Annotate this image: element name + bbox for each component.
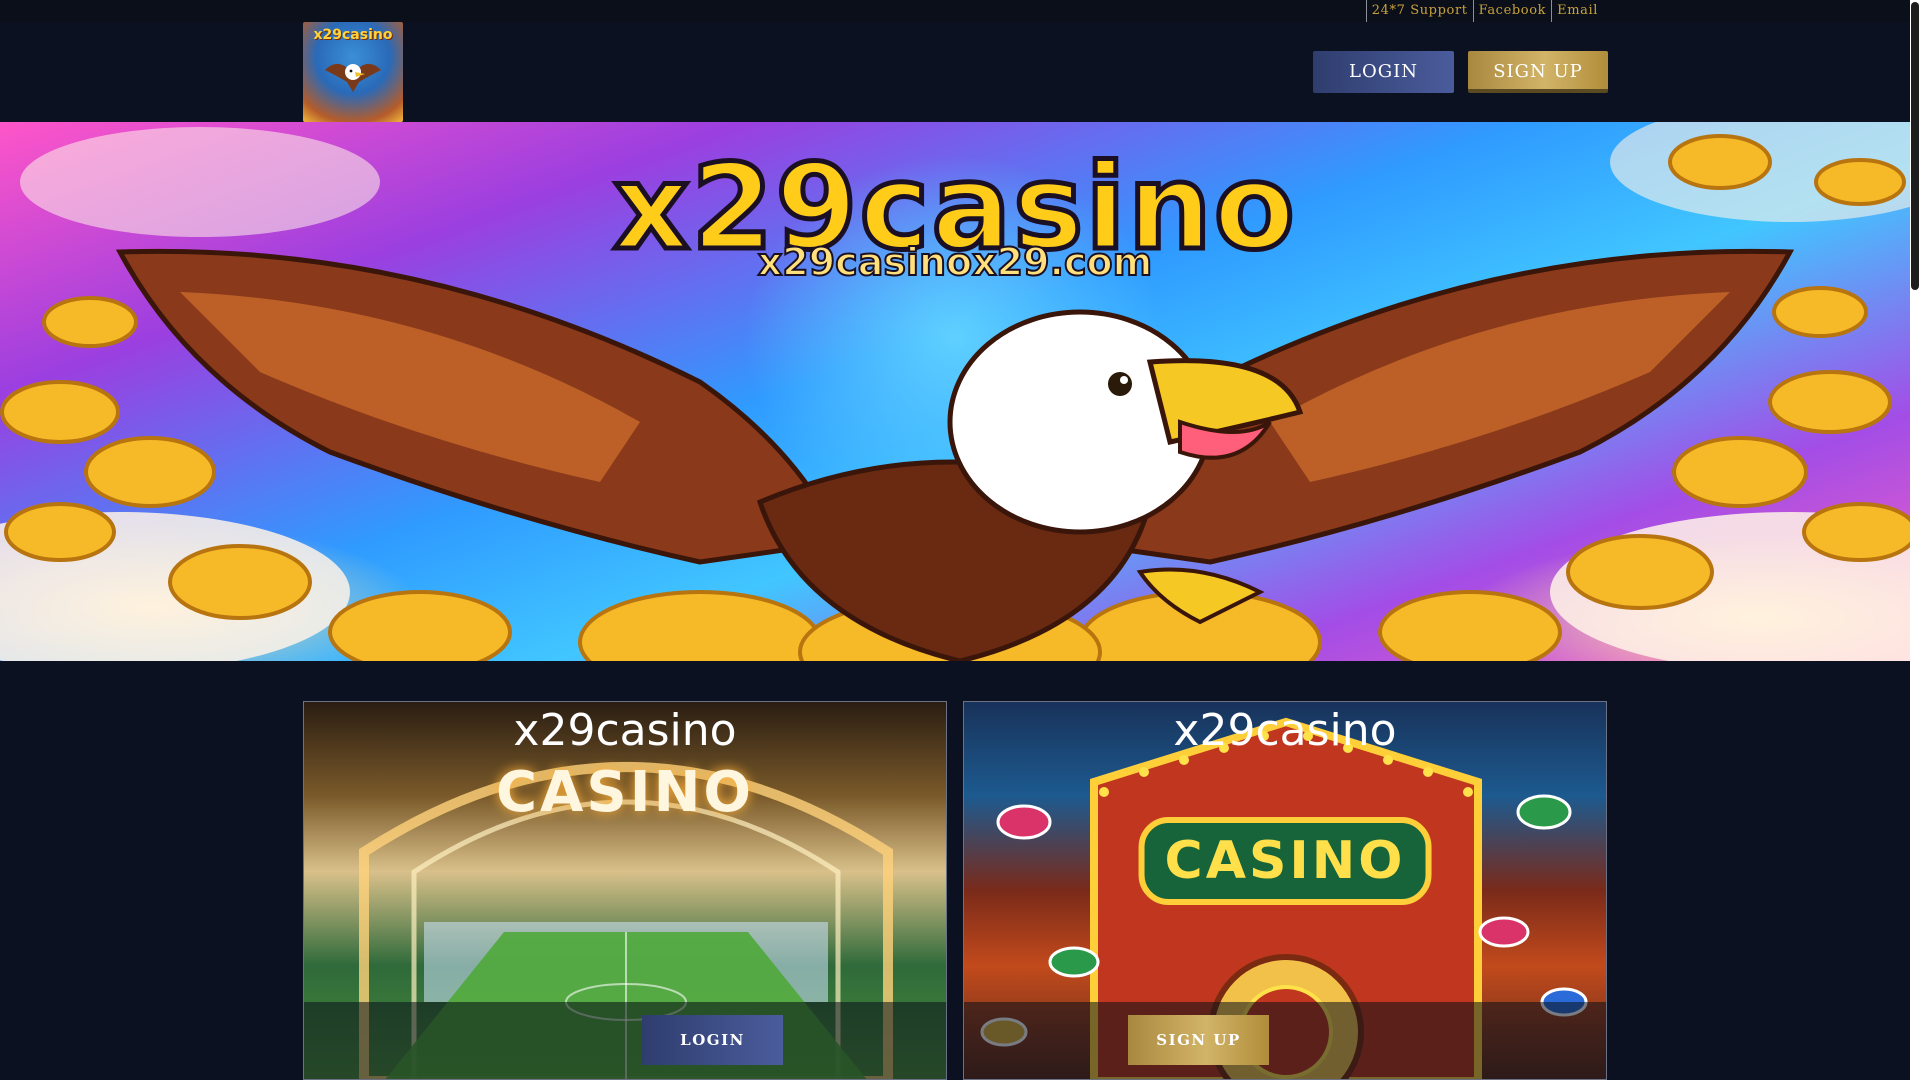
signup-button[interactable]: SIGN UP (1468, 51, 1608, 93)
scrollbar-thumb[interactable] (1911, 2, 1919, 290)
card-title: x29casino (1173, 705, 1397, 756)
casino-sign: CASINO (1138, 817, 1432, 905)
support-link[interactable]: 24*7 Support (1365, 0, 1473, 22)
hero-subtitle: x29casinox29.com (757, 239, 1153, 285)
top-utility-bar: 24*7 Support Facebook Email (0, 0, 1910, 22)
header: x29casino LOGIN SIGN UP (0, 22, 1910, 122)
top-links: 24*7 Support Facebook Email (1365, 0, 1603, 22)
site-logo[interactable]: x29casino (303, 22, 403, 122)
casino-sign: CASINO (495, 760, 755, 825)
eagle-icon (325, 63, 381, 92)
logo-wordmark: x29casino (313, 27, 393, 43)
card-login-button[interactable]: LOGIN (642, 1015, 783, 1065)
login-button[interactable]: LOGIN (1313, 51, 1454, 93)
page: 24*7 Support Facebook Email x29casino LO… (0, 0, 1920, 1080)
card-title: x29casino (513, 705, 737, 756)
facebook-link[interactable]: Facebook (1472, 0, 1552, 22)
promo-card-login[interactable]: x29casino CASINO LOGIN (303, 701, 947, 1080)
hero-banner: x29casino x29casinox29.com (0, 122, 1910, 661)
email-link[interactable]: Email (1551, 0, 1603, 22)
promo-card-signup[interactable]: x29casino CASINO SIGN UP (963, 701, 1607, 1080)
card-action-bar (304, 1002, 946, 1079)
card-action-bar (964, 1002, 1606, 1079)
card-signup-button[interactable]: SIGN UP (1128, 1015, 1269, 1065)
